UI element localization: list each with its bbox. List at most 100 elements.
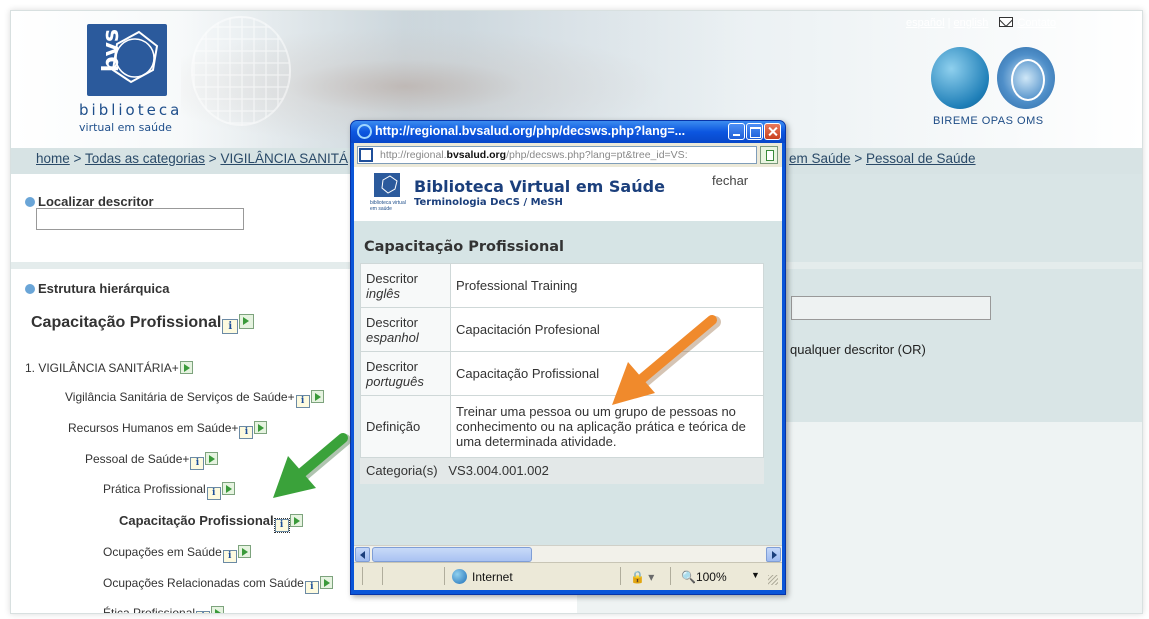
paho-globe-icon (931, 47, 989, 109)
table-row: Descritor espanhol Capacitación Profesion… (360, 307, 764, 352)
go-arrow-icon[interactable] (319, 576, 333, 589)
go-arrow-icon[interactable] (205, 452, 219, 465)
tree-item-current[interactable]: Capacitação Profissional i (119, 513, 303, 533)
popup-site-subtitle: Terminologia DeCS / MeSH (414, 197, 563, 208)
breadcrumb-separator: > (73, 151, 82, 166)
tree-section-label: Estrutura hierárquica (25, 281, 170, 296)
horizontal-scrollbar[interactable] (354, 545, 782, 562)
search-terms-input[interactable] (791, 296, 991, 320)
descriptor-table: Descritor inglês Professional Training De… (360, 263, 764, 484)
resize-grip[interactable] (768, 575, 778, 585)
address-prefix: http://regional. (380, 149, 447, 161)
breadcrumb-saude[interactable]: em Saúde (789, 151, 851, 166)
tree-item-label[interactable]: Prática Profissional (103, 482, 206, 496)
go-arrow-icon[interactable] (239, 314, 255, 329)
tree-item[interactable]: Ocupações em Saúde i (103, 545, 251, 563)
popup-title: http://regional.bvsalud.org/php/decsws.p… (375, 124, 686, 138)
info-icon[interactable]: i (295, 395, 310, 408)
search-option-or[interactable]: qualquer descritor (OR) (790, 342, 926, 357)
logo-word: biblioteca (79, 101, 183, 119)
mail-icon (999, 17, 1014, 27)
close-window-button[interactable] (764, 123, 781, 140)
mini-logo-text: biblioteca virtual em saúde (370, 200, 406, 212)
go-arrow-icon[interactable] (221, 482, 235, 495)
tree-item[interactable]: Prática Profissional i (103, 482, 235, 500)
breadcrumb-all-categories[interactable]: Todas as categorias (85, 151, 205, 166)
address-bar: http://regional.bvsalud.org/php/decsws.p… (354, 143, 782, 167)
popup-content: biblioteca virtual em saúde Biblioteca V… (354, 167, 782, 545)
page-status-icon[interactable] (760, 146, 778, 164)
tree-item[interactable]: Pessoal de Saúde+ i (85, 452, 219, 470)
status-separator (382, 567, 383, 585)
info-icon[interactable]: i (206, 487, 221, 500)
bvs-logo[interactable]: bvs biblioteca virtual em saúde (77, 24, 187, 136)
zoom-value: 100% (695, 570, 727, 584)
key-label: Definição (366, 419, 421, 434)
tree-item-label[interactable]: Capacitação Profissional (119, 513, 274, 528)
protected-mode-icon[interactable]: 🔒 ▾ (630, 570, 654, 584)
tree-item-label[interactable]: Ocupações em Saúde (103, 545, 222, 559)
contact-link[interactable]: Contato (1017, 17, 1056, 29)
key-label: Descritor (366, 314, 419, 330)
maximize-button[interactable] (746, 123, 763, 140)
info-icon[interactable]: i (190, 457, 205, 470)
tree-item[interactable]: 1. VIGILÂNCIA SANITÁRIA+ (25, 361, 193, 375)
bullet-icon (25, 284, 35, 294)
table-row: Descritor português Capacitação Profissio… (360, 351, 764, 396)
category-cell: Categoria(s) VS3.004.001.002 (360, 457, 764, 484)
go-arrow-icon[interactable] (310, 390, 324, 403)
tree-item[interactable]: Recursos Humanos em Saúde+ i (68, 421, 268, 439)
tree-item-label[interactable]: Vigilância Sanitária de Serviços de Saúd… (65, 390, 295, 404)
status-separator (444, 567, 445, 585)
breadcrumb-home[interactable]: home (36, 151, 70, 166)
popup-header: biblioteca virtual em saúde Biblioteca V… (354, 167, 782, 221)
popup-site-title: Biblioteca Virtual em Saúde (414, 177, 665, 196)
zoom-dropdown-icon[interactable]: ▼ (751, 570, 760, 580)
key-label: Descritor (366, 270, 419, 286)
info-icon[interactable]: i (222, 550, 237, 563)
address-field[interactable]: http://regional.bvsalud.org/php/decsws.p… (357, 146, 757, 164)
status-bar: Internet 🔒 ▾ 🔍100% ▼ (354, 562, 782, 590)
address-domain: bvsalud.org (446, 149, 507, 161)
lang-english-link[interactable]: english (954, 17, 989, 29)
category-value: VS3.004.001.002 (448, 463, 549, 478)
row-value: Capacitação Profissional (450, 351, 764, 396)
tree-item-label[interactable]: 1. VIGILÂNCIA SANITÁRIA+ (25, 361, 179, 375)
key-language: espanhol (366, 329, 419, 345)
tree-item[interactable]: Ocupações Relacionadas com Saúde i (103, 576, 333, 594)
lang-espanol-link[interactable]: español (906, 17, 945, 29)
close-link[interactable]: fechar (712, 173, 748, 188)
info-icon[interactable]: i (196, 611, 211, 613)
scroll-left-icon[interactable] (355, 547, 370, 562)
info-icon[interactable]: i (304, 581, 319, 594)
info-icon[interactable]: i (273, 518, 290, 533)
locate-section-label: Localizar descritor (25, 194, 154, 209)
ie-icon (357, 124, 372, 139)
descriptor-search-input[interactable] (36, 208, 244, 230)
tree-item[interactable]: Ética Profissionali (103, 606, 225, 613)
go-arrow-icon[interactable] (179, 361, 193, 374)
table-row: Definição Treinar uma pessoa ou um grupo… (360, 395, 764, 458)
tree-item[interactable]: Vigilância Sanitária de Serviços de Saúd… (65, 390, 324, 408)
row-key: Descritor português (360, 351, 451, 396)
go-arrow-icon[interactable] (237, 545, 251, 558)
go-arrow-icon[interactable] (289, 514, 303, 527)
bvs-mini-logo-mark (374, 173, 400, 197)
tree-item-label[interactable]: Pessoal de Saúde+ (85, 452, 189, 466)
go-arrow-icon[interactable] (211, 606, 225, 613)
scroll-right-icon[interactable] (766, 547, 781, 562)
zoom-level[interactable]: 🔍100% (681, 570, 727, 584)
popup-title-bar[interactable]: http://regional.bvsalud.org/php/decsws.p… (351, 121, 785, 143)
tree-title: Capacitação Profissional i (31, 314, 255, 334)
status-separator (620, 567, 621, 585)
info-icon[interactable]: i (222, 319, 239, 334)
minimize-button[interactable] (728, 123, 745, 140)
tree-item-label[interactable]: Ética Profissional (103, 606, 195, 613)
scroll-thumb[interactable] (372, 547, 532, 562)
go-arrow-icon[interactable] (254, 421, 268, 434)
breadcrumb-category[interactable]: VIGILÂNCIA SANITÁ (220, 151, 348, 166)
info-icon[interactable]: i (239, 426, 254, 439)
tree-item-label[interactable]: Recursos Humanos em Saúde+ (68, 421, 238, 435)
breadcrumb-pessoal[interactable]: Pessoal de Saúde (866, 151, 976, 166)
tree-item-label[interactable]: Ocupações Relacionadas com Saúde (103, 576, 304, 590)
